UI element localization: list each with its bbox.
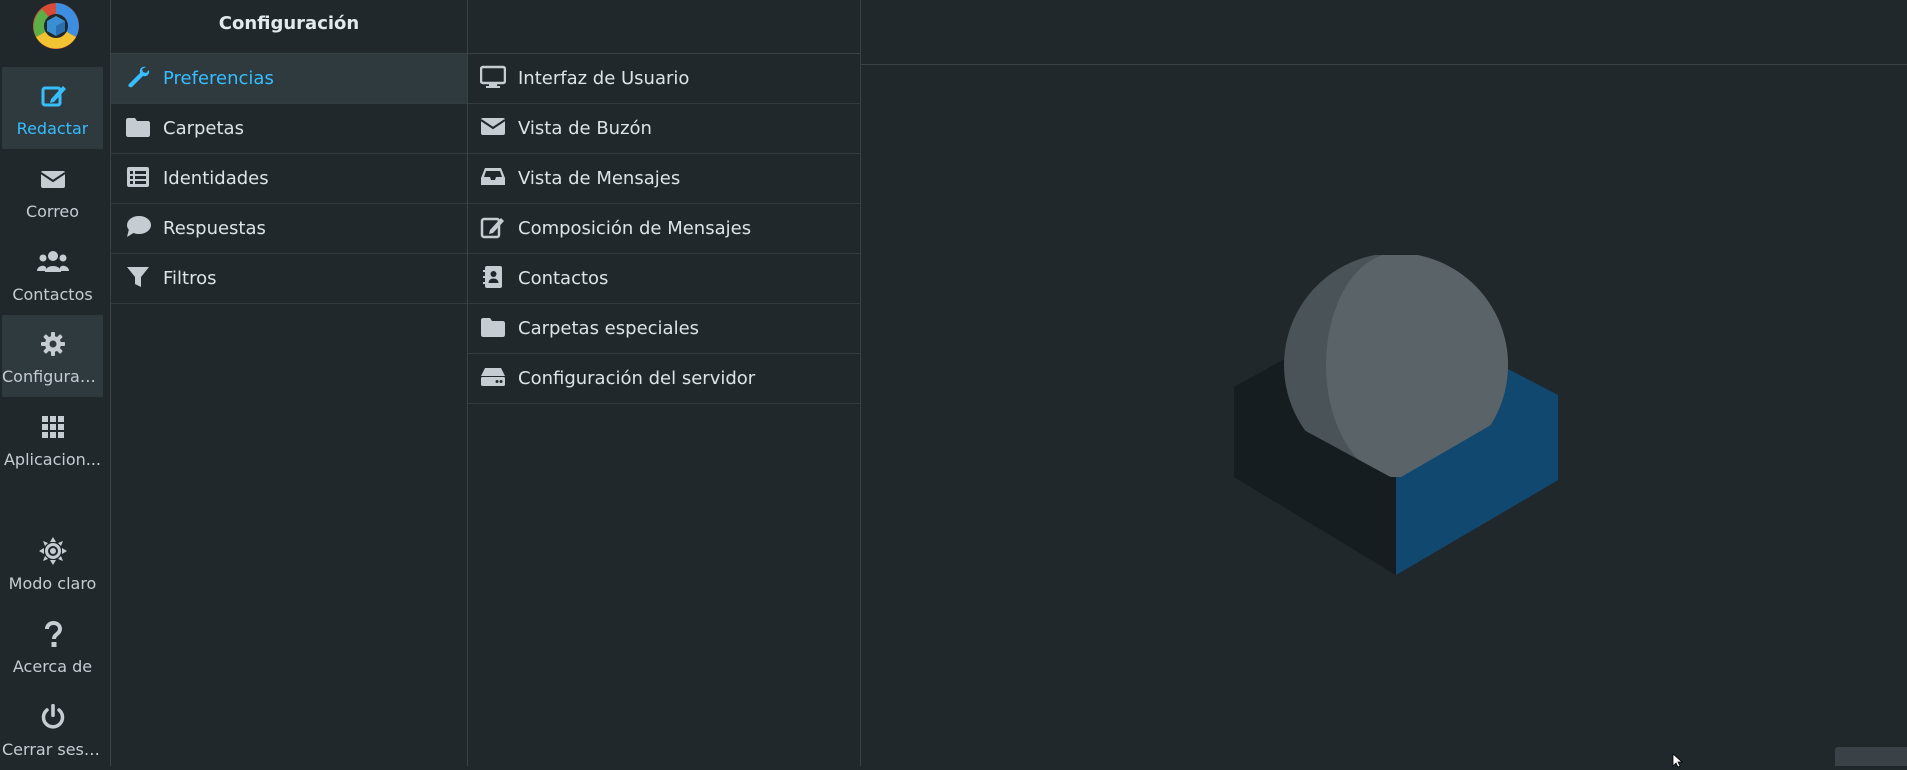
taskmenu-label: Modo claro	[8, 574, 97, 593]
wrench-icon	[128, 66, 150, 88]
id-list-icon	[127, 167, 149, 187]
section-server-settings[interactable]: Configuración del servidor	[468, 354, 860, 404]
content-header	[861, 0, 1907, 65]
settings-tab-filters[interactable]: Filtros	[111, 254, 467, 304]
settings-tab-folders[interactable]: Carpetas	[111, 104, 467, 154]
folder-icon	[126, 118, 150, 137]
taskmenu-label: Aplicacion...	[3, 450, 102, 469]
taskmenu-settings[interactable]: Configurac...	[2, 315, 103, 397]
power-icon	[41, 704, 64, 729]
section-label: Contactos	[518, 268, 609, 289]
section-special-folders[interactable]: Carpetas especiales	[468, 304, 860, 354]
taskmenu-contacts[interactable]: Contactos	[2, 233, 103, 315]
section-message-compose[interactable]: Composición de Mensajes	[468, 204, 860, 254]
compose-icon	[41, 86, 66, 107]
settings-sidebar: Configuración Preferencias Carpetas Iden…	[111, 0, 468, 766]
section-label: Vista de Buzón	[518, 118, 652, 139]
settings-tab-identities[interactable]: Identidades	[111, 154, 467, 204]
settings-tab-label: Identidades	[163, 168, 269, 189]
taskmenu-compose[interactable]: Redactar	[2, 67, 103, 149]
section-label: Interfaz de Usuario	[518, 68, 690, 89]
settings-title: Configuración	[111, 0, 467, 54]
content-frame	[861, 0, 1907, 766]
sun-icon	[38, 537, 67, 565]
speech-bubble-icon	[127, 216, 151, 237]
folder-icon	[481, 318, 505, 337]
settings-tab-label: Carpetas	[163, 118, 244, 139]
compose-icon	[480, 217, 504, 239]
users-icon	[36, 251, 69, 272]
roundcube-watermark-logo	[1234, 255, 1558, 575]
roundcube-logo[interactable]	[32, 2, 80, 50]
filter-icon	[127, 267, 149, 287]
section-label: Configuración del servidor	[518, 368, 756, 389]
question-icon	[44, 621, 62, 647]
section-user-interface[interactable]: Interfaz de Usuario	[468, 54, 860, 104]
address-book-icon	[483, 266, 502, 288]
preferences-sections: Interfaz de Usuario Vista de Buzón Vista…	[468, 0, 861, 766]
taskmenu-label: Configurac...	[2, 367, 103, 386]
taskmenu-label: Contactos	[12, 285, 93, 304]
task-menu: Redactar Correo Contactos Configurac... …	[0, 0, 111, 766]
section-contacts[interactable]: Contactos	[468, 254, 860, 304]
sections-header	[468, 0, 860, 54]
taskmenu-label: Correo	[25, 202, 80, 221]
settings-tab-responses[interactable]: Respuestas	[111, 204, 467, 254]
taskmenu-label: Cerrar sesi...	[2, 740, 103, 759]
section-mailbox-view[interactable]: Vista de Buzón	[468, 104, 860, 154]
corner-widget[interactable]	[1835, 747, 1907, 766]
section-label: Carpetas especiales	[518, 318, 700, 339]
settings-tab-label: Preferencias	[163, 68, 274, 89]
monitor-icon	[480, 65, 506, 88]
settings-tab-label: Respuestas	[163, 218, 266, 239]
taskmenu-light-mode[interactable]: Modo claro	[2, 522, 103, 604]
taskmenu-mail[interactable]: Correo	[2, 150, 103, 232]
section-label: Vista de Mensajes	[518, 168, 681, 189]
settings-tab-label: Filtros	[163, 268, 217, 289]
section-label: Composición de Mensajes	[518, 218, 752, 239]
server-icon	[481, 368, 505, 386]
envelope-icon	[39, 171, 66, 188]
envelope-icon	[480, 118, 506, 135]
gear-icon	[40, 332, 65, 356]
taskmenu-label: Redactar	[16, 119, 89, 138]
inbox-tray-icon	[481, 168, 505, 185]
taskmenu-label: Acerca de	[12, 657, 93, 676]
grid-icon	[41, 416, 64, 438]
taskmenu-apps[interactable]: Aplicacion...	[2, 398, 103, 480]
settings-tab-preferences[interactable]: Preferencias	[111, 54, 467, 104]
section-message-view[interactable]: Vista de Mensajes	[468, 154, 860, 204]
taskmenu-about[interactable]: Acerca de	[2, 605, 103, 687]
taskmenu-logout[interactable]: Cerrar sesi...	[2, 688, 103, 770]
